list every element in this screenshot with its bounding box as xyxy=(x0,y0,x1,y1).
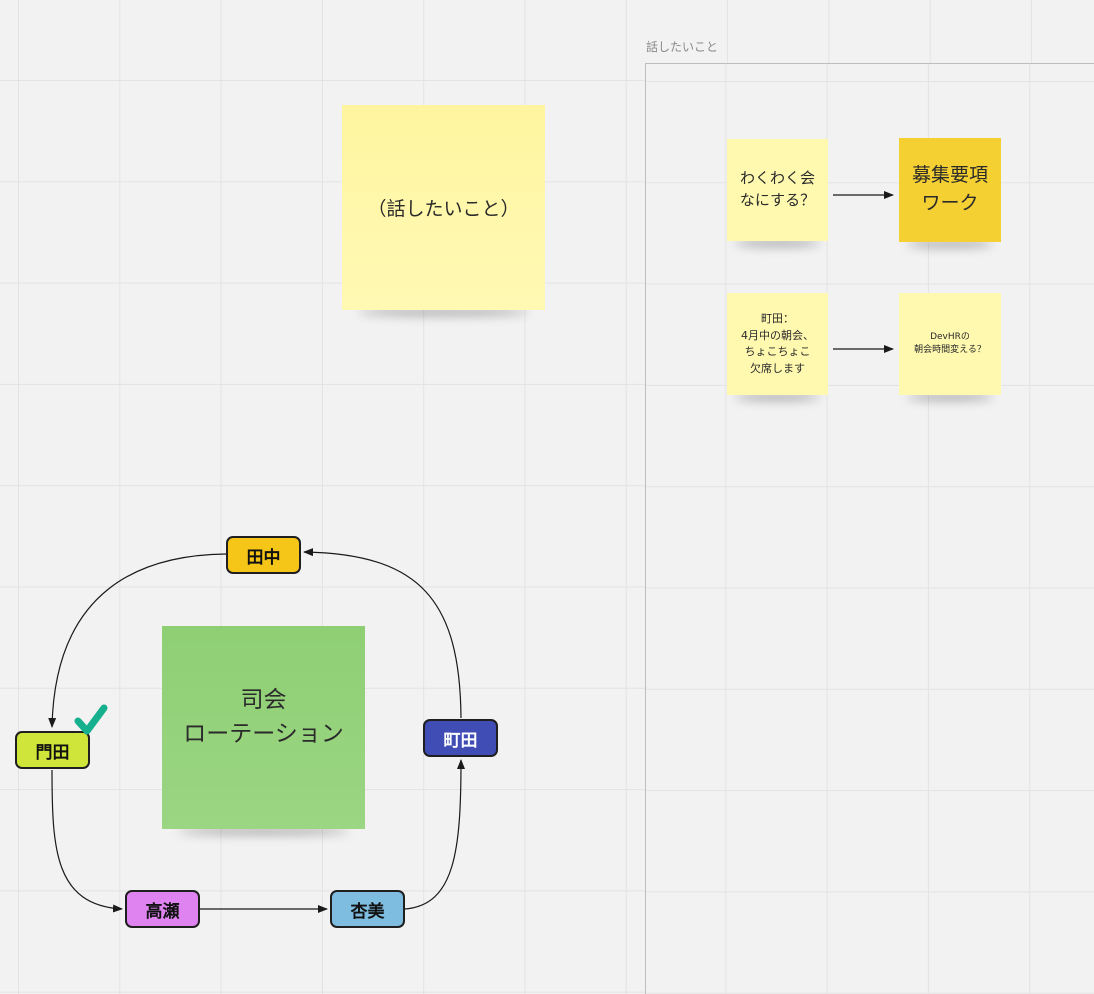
checkmark-icon[interactable] xyxy=(74,704,108,736)
node-tanaka-label: 田中 xyxy=(246,547,281,568)
node-machida[interactable]: 町田 xyxy=(423,719,498,757)
node-anzumi-label: 杏美 xyxy=(350,901,385,922)
node-tanaka[interactable]: 田中 xyxy=(226,536,301,574)
node-kadota[interactable]: 門田 xyxy=(15,731,90,769)
arrow-anzumi-to-machida[interactable] xyxy=(404,759,465,910)
node-kadota-label: 門田 xyxy=(35,742,70,763)
arrow-kadota-to-takase[interactable] xyxy=(51,769,123,913)
arrow-machida-to-tanaka[interactable] xyxy=(303,548,462,719)
node-anzumi[interactable]: 杏美 xyxy=(330,890,405,928)
arrow-tanaka-to-kadota[interactable] xyxy=(48,553,227,728)
node-takase[interactable]: 高瀬 xyxy=(125,890,200,928)
node-takase-label: 高瀬 xyxy=(145,901,180,922)
connector-layer xyxy=(48,191,894,913)
node-machida-label: 町田 xyxy=(443,730,478,751)
